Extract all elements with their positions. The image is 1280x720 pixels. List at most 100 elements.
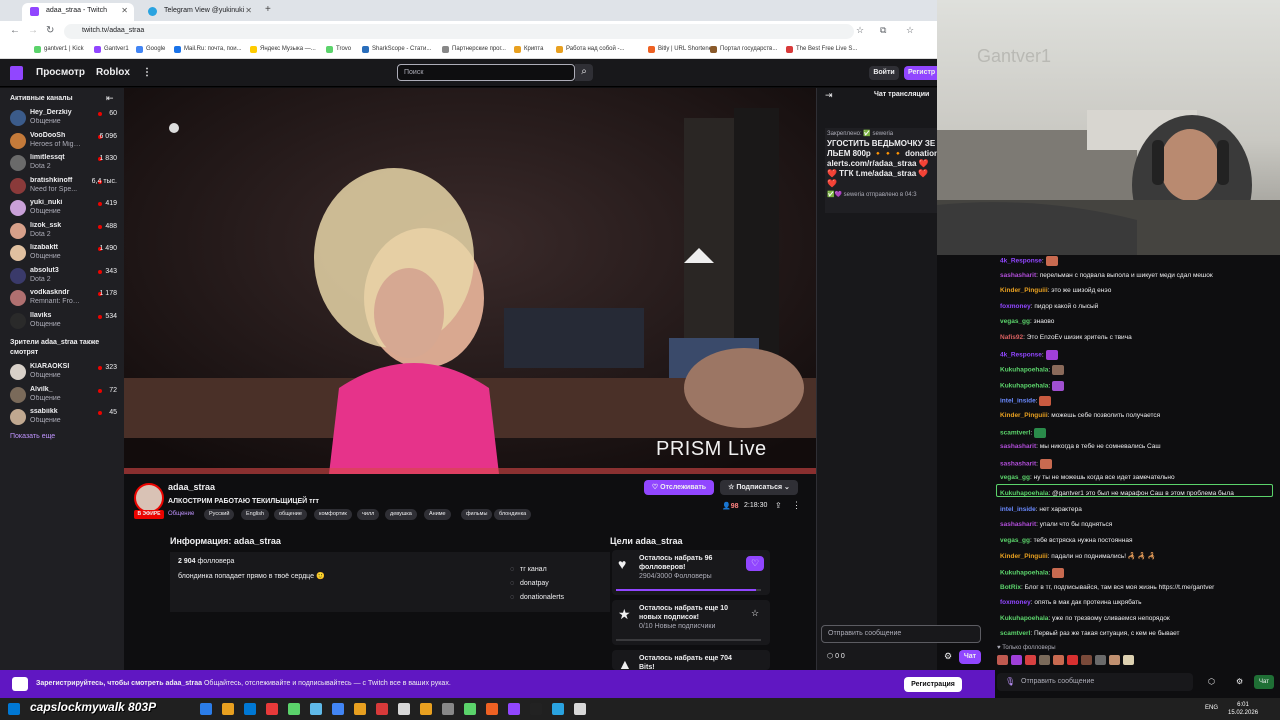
profile-icon[interactable]: ☆ xyxy=(906,25,914,36)
chat-username[interactable]: vegas_gg xyxy=(1000,318,1030,325)
more-menu-icon[interactable]: ⋮ xyxy=(142,67,152,78)
forward-icon[interactable]: → xyxy=(28,25,38,36)
bookmark-item[interactable]: Яндекс Музыка —... xyxy=(250,46,316,53)
goal-subscribe-icon[interactable]: ☆ xyxy=(746,606,764,621)
sidebar-channel-limitlessqt[interactable]: limitlessqt Dota 2 1 830 xyxy=(0,152,124,174)
url-field[interactable]: twitch.tv/adaa_straa xyxy=(64,24,854,39)
sidebar-channel-absolut3[interactable]: absolut3 Dota 2 343 xyxy=(0,265,124,287)
link-telegram[interactable]: ◌ тг канал xyxy=(510,566,547,573)
chat-username[interactable]: sashasharit xyxy=(1000,521,1036,528)
bookmark-item[interactable]: Mail.Ru: почта, пои... xyxy=(174,46,242,53)
sidebar-channel-lizabaktt[interactable]: lizabaktt Общение 1 490 xyxy=(0,242,124,264)
player-progress-bar[interactable] xyxy=(124,468,816,474)
channel-points[interactable]: ⬡ 0 0 xyxy=(827,652,845,660)
tag[interactable]: блондинка xyxy=(494,509,532,520)
chat-username[interactable]: Nafis92 xyxy=(1000,334,1023,341)
bookmark-item[interactable]: The Best Free Live S... xyxy=(786,46,857,53)
goal-follow-icon[interactable]: ♡ xyxy=(746,556,764,571)
subscribe-button[interactable]: ☆ Подписаться ⌄ xyxy=(720,480,798,495)
chat-username[interactable]: 4k_Response xyxy=(1000,351,1042,358)
chat-username[interactable]: Kukuhapoehala xyxy=(1000,615,1048,622)
bookmark-star-icon[interactable]: ☆ xyxy=(856,25,864,36)
overlay-bits-icon[interactable]: ⬡ xyxy=(1208,677,1215,686)
bookmark-item[interactable]: Trovo xyxy=(326,46,351,53)
search-icon[interactable]: ⌕ xyxy=(575,64,593,81)
chat-input[interactable]: Отправить сообщение xyxy=(821,625,981,643)
taskbar-app-icon[interactable] xyxy=(376,703,388,715)
bookmark-item[interactable]: SharkScope - Стати... xyxy=(362,46,431,53)
tag[interactable]: комфортик xyxy=(314,509,352,520)
share-icon[interactable]: ⇪ xyxy=(775,501,782,510)
taskbar-app-icon[interactable] xyxy=(508,703,520,715)
nav-browse[interactable]: Просмотр xyxy=(36,67,85,78)
bookmark-item[interactable]: Партнерские прог... xyxy=(442,46,506,53)
taskbar-app-icon[interactable] xyxy=(244,703,256,715)
link-donationalerts[interactable]: ◌ donationalerts xyxy=(510,594,564,601)
sidebar-channel-bratishkinoff[interactable]: bratishkinoff Need for Spe... 6,4 тыс. xyxy=(0,175,124,197)
new-tab-icon[interactable]: + xyxy=(265,4,271,15)
nav-roblox[interactable]: Roblox xyxy=(96,67,130,78)
taskbar-app-icon[interactable] xyxy=(552,703,564,715)
chat-username[interactable]: intel_inside xyxy=(1000,398,1036,405)
sidebar-channel-voodoosh[interactable]: VooDooSh Heroes of Might... 6 096 xyxy=(0,130,124,152)
chat-username[interactable]: 4k_Response xyxy=(1000,258,1042,265)
keyboard-language[interactable]: ENG xyxy=(1205,705,1218,711)
tag[interactable]: Аниме xyxy=(424,509,451,520)
tag[interactable]: English xyxy=(241,509,270,520)
chat-send-button[interactable]: Чат xyxy=(959,650,981,664)
sidebar-channel-alvilk-[interactable]: Alvilk_ Общение 72 xyxy=(0,384,124,406)
start-icon[interactable] xyxy=(8,703,20,715)
taskbar-app-icon[interactable] xyxy=(200,703,212,715)
taskbar-app-icon[interactable] xyxy=(354,703,366,715)
channel-avatar[interactable] xyxy=(134,483,164,513)
taskbar-app-icon[interactable] xyxy=(288,703,300,715)
chat-username[interactable]: sashasharit xyxy=(1000,272,1036,279)
sidebar-channel-yuki-nuki[interactable]: yuki_nuki Общение 419 xyxy=(0,197,124,219)
chat-username[interactable]: Kinder_Pinguiii xyxy=(1000,412,1048,419)
taskbar-app-icon[interactable] xyxy=(222,703,234,715)
overlay-mic-icon[interactable]: 🎙 xyxy=(1005,677,1015,686)
taskbar-app-icon[interactable] xyxy=(486,703,498,715)
sidebar-channel-vodkaskndr[interactable]: vodkaskndr Remnant: From t... 1 178 xyxy=(0,287,124,309)
clock[interactable]: 6:01 15.02.2026 xyxy=(1228,701,1258,717)
sidebar-channel-lizok-ssk[interactable]: lizok_ssk Dota 2 488 xyxy=(0,220,124,242)
sidebar-channel-llaviks[interactable]: llaviks Общение 534 xyxy=(0,310,124,332)
chat-settings-icon[interactable]: ⚙ xyxy=(944,651,952,662)
overlay-send-button[interactable]: Чат xyxy=(1254,675,1274,689)
chat-username[interactable]: scamtverl xyxy=(1000,429,1030,436)
bookmark-item[interactable]: gantver1 | Kick xyxy=(34,46,84,53)
taskbar-app-icon[interactable] xyxy=(464,703,476,715)
taskbar-app-icon[interactable] xyxy=(310,703,322,715)
chat-username[interactable]: Kukuhapoehala xyxy=(1000,383,1048,390)
chat-username[interactable]: Kinder_Pinguiii xyxy=(1000,553,1048,560)
login-button[interactable]: Войти xyxy=(869,66,899,80)
taskbar-app-icon[interactable] xyxy=(398,703,410,715)
chat-username[interactable]: BotRix xyxy=(1000,584,1021,591)
more-options-icon[interactable]: ⋮ xyxy=(792,500,801,511)
link-donatpay[interactable]: ◌ donatpay xyxy=(510,580,549,587)
video-player[interactable]: PRISM Live xyxy=(124,88,816,474)
category-link[interactable]: Общение xyxy=(168,511,194,517)
taskbar-app-icon[interactable] xyxy=(332,703,344,715)
search-input[interactable]: Поиск xyxy=(397,64,575,81)
chat-username[interactable]: foxmoney xyxy=(1000,303,1031,310)
taskbar-app-icon[interactable] xyxy=(574,703,586,715)
reload-icon[interactable]: ↻ xyxy=(46,25,54,36)
chat-username[interactable]: vegas_gg xyxy=(1000,537,1030,544)
channel-name[interactable]: adaa_straa xyxy=(168,482,215,492)
tag[interactable]: девушка xyxy=(385,509,417,520)
bookmark-item[interactable]: Портал государств... xyxy=(710,46,777,53)
overlay-settings-icon[interactable]: ⚙ xyxy=(1236,677,1243,686)
chat-username[interactable]: sashasharit xyxy=(1000,461,1036,468)
sidebar-channel-ssabiikk[interactable]: ssabiikk Общение 45 xyxy=(0,406,124,428)
taskbar-app-icon[interactable] xyxy=(266,703,278,715)
chat-username[interactable]: intel_inside xyxy=(1000,506,1036,513)
back-icon[interactable]: ← xyxy=(10,25,20,36)
tag[interactable]: фильмы xyxy=(461,509,493,520)
tag[interactable]: Русский xyxy=(204,509,235,520)
close-tab-icon[interactable]: ✕ xyxy=(245,6,252,15)
show-more-link[interactable]: Показать еще xyxy=(10,433,55,440)
sidebar-channel-hey-derzkiy[interactable]: Hey_Derzkiy Общение 60 xyxy=(0,107,124,129)
tag[interactable]: общение xyxy=(274,509,307,520)
bookmark-item[interactable]: Крипта xyxy=(514,46,543,53)
